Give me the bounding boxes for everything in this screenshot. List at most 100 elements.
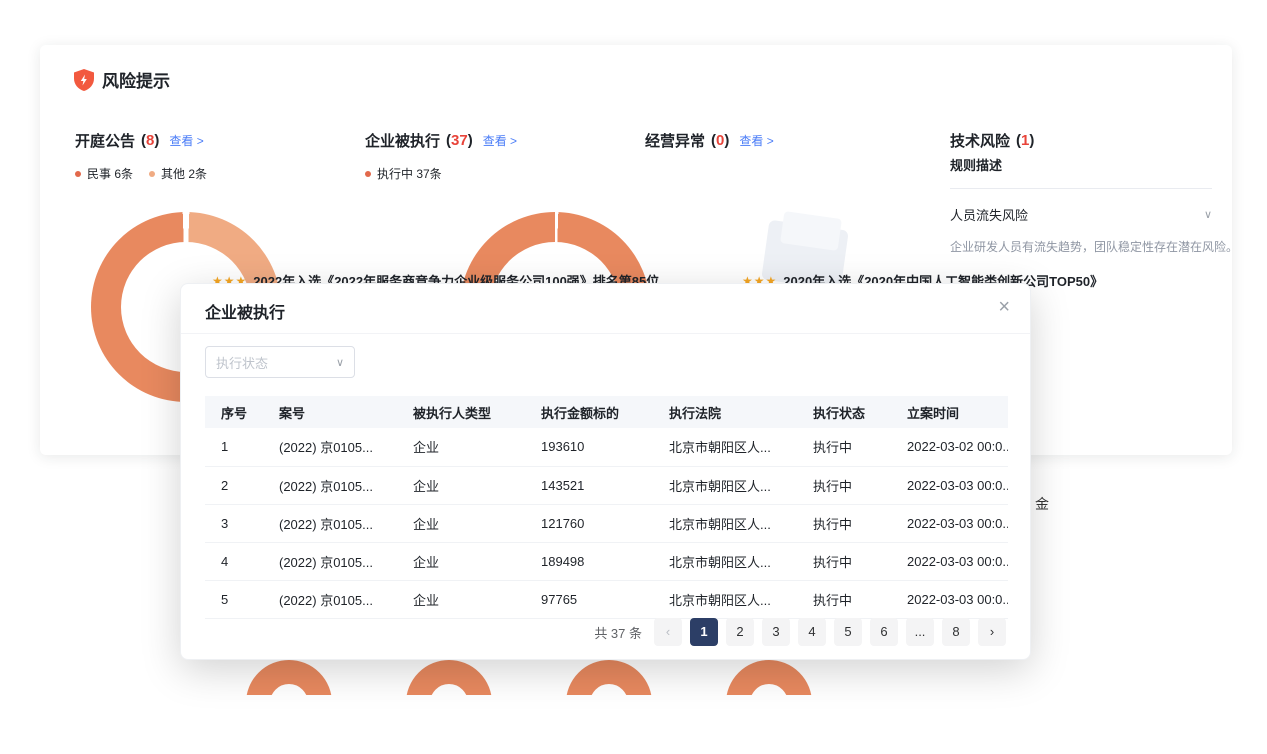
cell: (2022) 京0105...: [263, 428, 397, 466]
pagination-page-button[interactable]: 8: [942, 618, 970, 646]
occluded-donut-chart: [566, 660, 652, 695]
occluded-text-fragment: 金: [1035, 494, 1049, 514]
cell: 1: [205, 428, 263, 466]
cell: 企业: [397, 428, 525, 466]
pagination-prev-button[interactable]: ‹: [654, 618, 682, 646]
cell: 143521: [525, 466, 653, 504]
hearing-legend: 民事 6条 其他 2条: [75, 165, 207, 182]
cell: 执行中: [797, 580, 891, 618]
cell: 北京市朝阳区人...: [653, 504, 797, 542]
cell: 121760: [525, 504, 653, 542]
pagination-page-button[interactable]: 3: [762, 618, 790, 646]
table-header-row: 序号 案号 被执行人类型 执行金额标的 执行法院 执行状态 立案时间: [205, 396, 1008, 428]
pagination-page-button[interactable]: 4: [798, 618, 826, 646]
chevron-down-icon: ∨: [336, 356, 344, 369]
section-title: 技术风险: [950, 130, 1010, 151]
occluded-charts-strip: [0, 660, 1267, 695]
cell: 2022-03-03 00:0...: [891, 580, 1008, 618]
execution-status-select[interactable]: 执行状态 ∨: [205, 346, 355, 378]
view-link[interactable]: 查看 >: [169, 132, 203, 149]
occluded-donut-chart: [726, 660, 812, 695]
section-count: 0: [711, 132, 729, 149]
execution-legend: 执行中 37条: [365, 165, 442, 182]
cell: 企业: [397, 580, 525, 618]
col-header: 执行金额标的: [525, 396, 653, 428]
rule-desc-label: 规则描述: [950, 155, 1212, 174]
legend-dot-icon: [365, 171, 371, 177]
cell: 2: [205, 466, 263, 504]
close-icon[interactable]: ×: [998, 296, 1010, 319]
pagination-page-button[interactable]: 5: [834, 618, 862, 646]
section-hearing-announcements: 开庭公告 8 查看 >: [75, 130, 204, 151]
cell: 2022-03-03 00:0...: [891, 466, 1008, 504]
cell: 北京市朝阳区人...: [653, 580, 797, 618]
col-header: 立案时间: [891, 396, 1008, 428]
cell: (2022) 京0105...: [263, 466, 397, 504]
cell: 企业: [397, 466, 525, 504]
cell: (2022) 京0105...: [263, 580, 397, 618]
section-count: 1: [1016, 132, 1034, 149]
section-business-abnormality: 经营异常 0 查看 >: [645, 130, 774, 151]
legend-label: 民事 6条: [87, 165, 133, 182]
cell: 5: [205, 580, 263, 618]
table-row: 4 (2022) 京0105... 企业 189498 北京市朝阳区人... 执…: [205, 542, 1008, 580]
cell: 2022-03-02 00:0...: [891, 428, 1008, 466]
cell: 3: [205, 504, 263, 542]
legend-item: 民事 6条: [75, 165, 133, 182]
card-header: 风险提示: [74, 67, 170, 92]
occluded-donut-chart: [406, 660, 492, 695]
cell: 企业: [397, 504, 525, 542]
cell: (2022) 京0105...: [263, 542, 397, 580]
select-placeholder: 执行状态: [216, 353, 268, 372]
chevron-down-icon[interactable]: ∨: [1204, 208, 1212, 221]
cell: 执行中: [797, 542, 891, 580]
section-title: 开庭公告: [75, 130, 135, 151]
table-row: 2 (2022) 京0105... 企业 143521 北京市朝阳区人... 执…: [205, 466, 1008, 504]
risk-item-desc: 企业研发人员有流失趋势，团队稳定性存在潜在风险。: [950, 238, 1212, 255]
section-enterprise-executed: 企业被执行 37 查看 >: [365, 130, 517, 151]
cell: 2022-03-03 00:0...: [891, 504, 1008, 542]
legend-item: 执行中 37条: [365, 165, 442, 182]
col-header: 案号: [263, 396, 397, 428]
col-header: 被执行人类型: [397, 396, 525, 428]
cell: 2022-03-03 00:0...: [891, 542, 1008, 580]
col-header: 序号: [205, 396, 263, 428]
table-row: 1 (2022) 京0105... 企业 193610 北京市朝阳区人... 执…: [205, 428, 1008, 466]
cell: 北京市朝阳区人...: [653, 542, 797, 580]
risk-item-title: 人员流失风险: [950, 205, 1028, 224]
shield-risk-icon: [74, 69, 94, 91]
cell: 北京市朝阳区人...: [653, 428, 797, 466]
cell: 执行中: [797, 504, 891, 542]
pagination-page-button[interactable]: 2: [726, 618, 754, 646]
pagination-page-button[interactable]: 6: [870, 618, 898, 646]
view-link[interactable]: 查看 >: [739, 132, 773, 149]
table-row: 5 (2022) 京0105... 企业 97765 北京市朝阳区人... 执行…: [205, 580, 1008, 618]
legend-dot-icon: [75, 171, 81, 177]
legend-dot-icon: [149, 171, 155, 177]
risk-item-row[interactable]: 人员流失风险 ∨: [950, 205, 1212, 224]
page-canvas: 风险提示 开庭公告 8 查看 > 企业被执行 37 查看 > 经营异常 0 查看…: [0, 0, 1267, 754]
card-title: 风险提示: [102, 67, 170, 92]
view-link[interactable]: 查看 >: [483, 132, 517, 149]
tech-risk-panel: 规则描述 人员流失风险 ∨ 企业研发人员有流失趋势，团队稳定性存在潜在风险。: [950, 155, 1212, 255]
cell: 北京市朝阳区人...: [653, 466, 797, 504]
cell: 193610: [525, 428, 653, 466]
occluded-donut-chart: [246, 660, 332, 695]
table-row: 3 (2022) 京0105... 企业 121760 北京市朝阳区人... 执…: [205, 504, 1008, 542]
section-title: 企业被执行: [365, 130, 440, 151]
legend-label: 执行中 37条: [377, 165, 442, 182]
cell: (2022) 京0105...: [263, 504, 397, 542]
section-tech-risk: 技术风险 1: [950, 130, 1034, 151]
modal-header: 企业被执行 ×: [181, 284, 1030, 334]
section-count: 8: [141, 132, 159, 149]
pagination-page-button[interactable]: 1: [690, 618, 718, 646]
pagination-ellipsis[interactable]: ...: [906, 618, 934, 646]
pagination-next-button[interactable]: ›: [978, 618, 1006, 646]
modal-title: 企业被执行: [205, 299, 285, 323]
divider: [950, 188, 1212, 189]
section-count: 37: [446, 132, 473, 149]
pagination-total: 共 37 条: [594, 623, 642, 642]
cell: 97765: [525, 580, 653, 618]
cell: 执行中: [797, 428, 891, 466]
execution-modal: 企业被执行 × 执行状态 ∨ 序号 案号 被执行人类型 执行金额标的 执行法院 …: [180, 283, 1031, 660]
